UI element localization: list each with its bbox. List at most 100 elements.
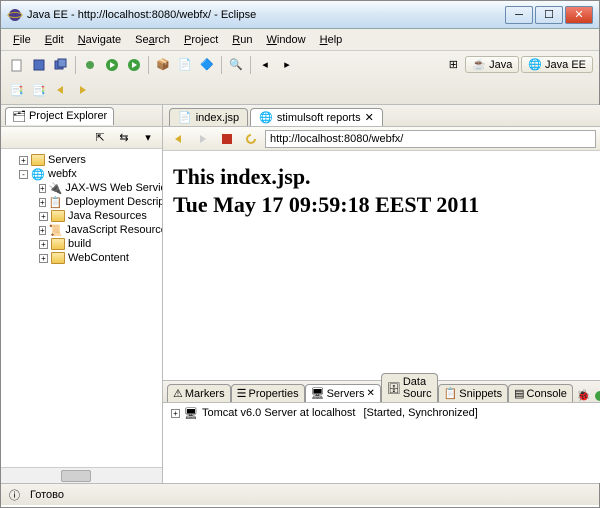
browser-back-icon[interactable] [169,129,189,149]
url-field[interactable]: http://localhost:8080/webfx/ [265,130,596,148]
nav-fwd-icon[interactable] [73,80,93,100]
menu-file[interactable]: File [7,32,37,48]
tree-item[interactable]: +build [1,237,162,251]
expand-icon[interactable]: + [39,184,46,193]
expand-icon[interactable]: + [39,198,46,207]
save-all-icon[interactable] [51,55,71,75]
menu-edit[interactable]: Edit [39,32,70,48]
save-icon[interactable] [29,55,49,75]
project-explorer-tab[interactable]: 🗂 Project Explorer [5,107,114,125]
search-icon[interactable]: 🔍 [226,55,246,75]
menu-run[interactable]: Run [226,32,258,48]
tree-item[interactable]: +Servers [1,153,162,167]
folder-icon [51,252,65,264]
servers-toolbar: 🐞 ◐ 📤 ▾ [573,389,600,402]
perspective-switcher: ⊞ ☕Java 🌐Java EE [443,55,593,75]
tree-item[interactable]: +📜JavaScript Resources [1,223,162,237]
view-menu-icon[interactable]: ▾ [138,128,158,148]
run-server-icon[interactable] [124,55,144,75]
properties-icon: ☰ [237,387,247,400]
close-tab-icon[interactable]: ✕ [365,111,374,124]
view-toolbar: ⇱ ⇆ ▾ [1,127,162,149]
nav-back-icon[interactable] [51,80,71,100]
tab-index-jsp[interactable]: 📄 index.jsp [169,108,248,126]
tree-item[interactable]: +WebContent [1,251,162,265]
folder-icon [51,238,65,250]
tree-label: JAX-WS Web Services [65,182,162,194]
status-bar: ⓘ Готово [1,483,599,505]
tree-label: JavaScript Resources [65,224,162,236]
tab-snippets[interactable]: 📋Snippets [438,384,509,402]
tab-servers[interactable]: 🖥Servers ✕ [305,384,381,402]
project-tree[interactable]: +Servers-🌐webfx+🔌JAX-WS Web Services+📋De… [1,149,162,467]
project-explorer-view: 🗂 Project Explorer ⇱ ⇆ ▾ +Servers-🌐webfx… [1,105,163,483]
expand-icon[interactable]: + [19,156,28,165]
close-button[interactable]: ✕ [565,6,593,24]
project-explorer-label: Project Explorer [29,110,107,122]
tree-item[interactable]: + Java Resources [1,209,162,223]
browser-fwd-icon[interactable] [193,129,213,149]
open-type-icon[interactable]: 🔷 [197,55,217,75]
annotation-next-icon[interactable]: ▸ [277,55,297,75]
menu-window[interactable]: Window [260,32,311,48]
browser-refresh-icon[interactable] [241,129,261,149]
expand-icon[interactable]: + [171,409,180,418]
tab-label: stimulsoft reports [277,112,361,124]
tab-stimulsoft[interactable]: 🌐 stimulsoft reports ✕ [250,108,383,126]
dd-icon: 📋 [49,196,63,208]
run-icon[interactable] [102,55,122,75]
tab-console[interactable]: ▤Console [508,384,573,402]
tab-properties[interactable]: ☰Properties [231,384,305,402]
expand-icon[interactable]: + [39,212,48,221]
tree-label: Java Resources [68,210,147,222]
separator [250,56,251,74]
perspective-java[interactable]: ☕Java [465,56,519,73]
folder-icon [51,210,65,222]
open-perspective-icon[interactable]: ⊞ [443,55,463,75]
servers-body [163,423,600,483]
menu-help[interactable]: Help [314,32,349,48]
tree-item[interactable]: -🌐webfx [1,167,162,181]
menu-bar: File Edit Navigate Search Project Run Wi… [1,29,599,51]
scroll-thumb[interactable] [61,470,91,482]
globe-icon: 🌐 [31,168,45,180]
tab-label: index.jsp [196,112,239,124]
new-jsp-icon[interactable]: 📄 [175,55,195,75]
folder-icon [31,154,45,166]
separator [75,56,76,74]
separator [148,56,149,74]
menu-project[interactable]: Project [178,32,224,48]
debug-server-icon[interactable]: 🐞 [577,389,591,402]
server-name: Tomcat v6.0 Server at localhost [202,407,355,419]
perspective-javaee[interactable]: 🌐Java EE [521,56,593,73]
menu-search[interactable]: Search [129,32,176,48]
annotation-prev-icon[interactable]: ◂ [255,55,275,75]
scrollbar-horizontal[interactable] [1,467,162,483]
expand-icon[interactable]: + [39,254,48,263]
debug-icon[interactable] [80,55,100,75]
expand-icon[interactable]: - [19,170,28,179]
tree-label: webfx [48,168,77,180]
back-history-icon[interactable]: 📑 [7,80,27,100]
browser-stop-icon[interactable] [217,129,237,149]
tree-item[interactable]: +🔌JAX-WS Web Services [1,181,162,195]
tree-item[interactable]: +📋Deployment Descriptor: s [1,195,162,209]
menu-navigate[interactable]: Navigate [72,32,127,48]
fwd-history-icon[interactable]: 📑 [29,80,49,100]
tab-datasource[interactable]: 🗄Data Sourc [381,373,438,402]
expand-icon[interactable]: + [39,226,46,235]
minimize-button[interactable]: ─ [505,6,533,24]
window-controls: ─ ☐ ✕ [505,6,593,24]
eclipse-icon [7,7,23,23]
link-editor-icon[interactable]: ⇆ [114,128,134,148]
maximize-button[interactable]: ☐ [535,6,563,24]
server-row[interactable]: + 🖥 Tomcat v6.0 Server at localhost [Sta… [163,403,600,423]
tab-markers[interactable]: ⚠Markers [167,384,231,402]
new-server-icon[interactable]: 📦 [153,55,173,75]
expand-icon[interactable]: + [39,240,48,249]
page-heading-1: This index.jsp. [173,163,600,191]
start-server-icon[interactable] [595,391,600,401]
new-icon[interactable] [7,55,27,75]
window-title: Java EE - http://localhost:8080/webfx/ -… [27,9,505,21]
collapse-all-icon[interactable]: ⇱ [90,128,110,148]
